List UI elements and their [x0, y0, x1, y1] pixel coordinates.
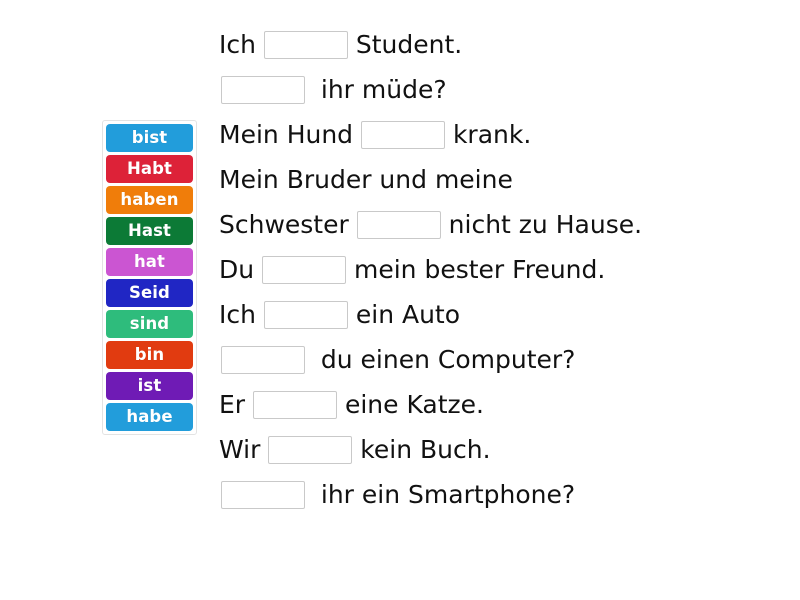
word-tile-habe[interactable]: habe	[106, 403, 193, 431]
sentence-line: du einen Computer?	[219, 337, 779, 382]
sentence-line: Ich ein Auto	[219, 292, 779, 337]
answer-blank[interactable]	[263, 300, 348, 329]
sentence-text: Wir	[219, 435, 269, 464]
word-tile-ist[interactable]: ist	[106, 372, 193, 400]
sentence-text: Ich	[219, 300, 264, 329]
answer-blank[interactable]	[253, 390, 338, 419]
answer-blank[interactable]	[268, 435, 353, 464]
sentence-text: ihr ein Smartphone?	[305, 480, 576, 509]
sentence-line: Schwester nicht zu Hause.	[219, 202, 779, 247]
sentence-line: Ich Student.	[219, 22, 779, 67]
sentence-text: krank.	[445, 120, 532, 149]
sentence-text: Schwester	[219, 210, 357, 239]
activity-canvas: bist Habt haben Hast hat Seid sind bin ist habe I…	[0, 0, 800, 600]
sentence-text: ihr müde?	[305, 75, 447, 104]
sentence-line: Mein Hund krank.	[219, 112, 779, 157]
word-tile-hast[interactable]: Hast	[106, 217, 193, 245]
answer-blank[interactable]	[361, 120, 445, 149]
word-tile-haben[interactable]: haben	[106, 186, 193, 214]
sentence-text: du einen Computer?	[305, 345, 576, 374]
word-tile-sind[interactable]: sind	[106, 310, 193, 338]
sentence-text: nicht zu Hause.	[440, 210, 643, 239]
word-tile-bist[interactable]: bist	[106, 124, 193, 152]
sentence-line: ihr müde?	[219, 67, 779, 112]
sentence-text: Er	[219, 390, 254, 419]
sentence-text: Mein Bruder und meine	[219, 165, 513, 194]
sentence-list: Ich Student. ihr müde? Mein Hund krank. Me…	[219, 22, 779, 517]
answer-blank[interactable]	[262, 255, 347, 284]
sentence-text: Student.	[347, 30, 463, 59]
word-tile-seid[interactable]: Seid	[106, 279, 193, 307]
answer-blank[interactable]	[356, 210, 441, 239]
word-tile-hat[interactable]: hat	[106, 248, 193, 276]
sentence-text: mein bester Freund.	[346, 255, 606, 284]
sentence-line: Wir kein Buch.	[219, 427, 779, 472]
answer-blank[interactable]	[221, 480, 305, 509]
word-bank-panel: bist Habt haben Hast hat Seid sind bin ist habe	[102, 120, 197, 435]
sentence-text: eine Katze.	[337, 390, 485, 419]
sentence-text: Ich	[219, 30, 264, 59]
sentence-line: Mein Bruder und meine	[219, 157, 779, 202]
sentence-text: Du	[219, 255, 263, 284]
sentence-text: ein Auto	[347, 300, 461, 329]
answer-blank[interactable]	[221, 75, 305, 104]
sentence-line: ihr ein Smartphone?	[219, 472, 779, 517]
sentence-text: kein Buch.	[352, 435, 491, 464]
sentence-text: Mein Hund	[219, 120, 361, 149]
answer-blank[interactable]	[263, 30, 348, 59]
word-tile-bin[interactable]: bin	[106, 341, 193, 369]
sentence-line: Du mein bester Freund.	[219, 247, 779, 292]
sentence-line: Er eine Katze.	[219, 382, 779, 427]
word-tile-habt[interactable]: Habt	[106, 155, 193, 183]
answer-blank[interactable]	[221, 345, 305, 374]
